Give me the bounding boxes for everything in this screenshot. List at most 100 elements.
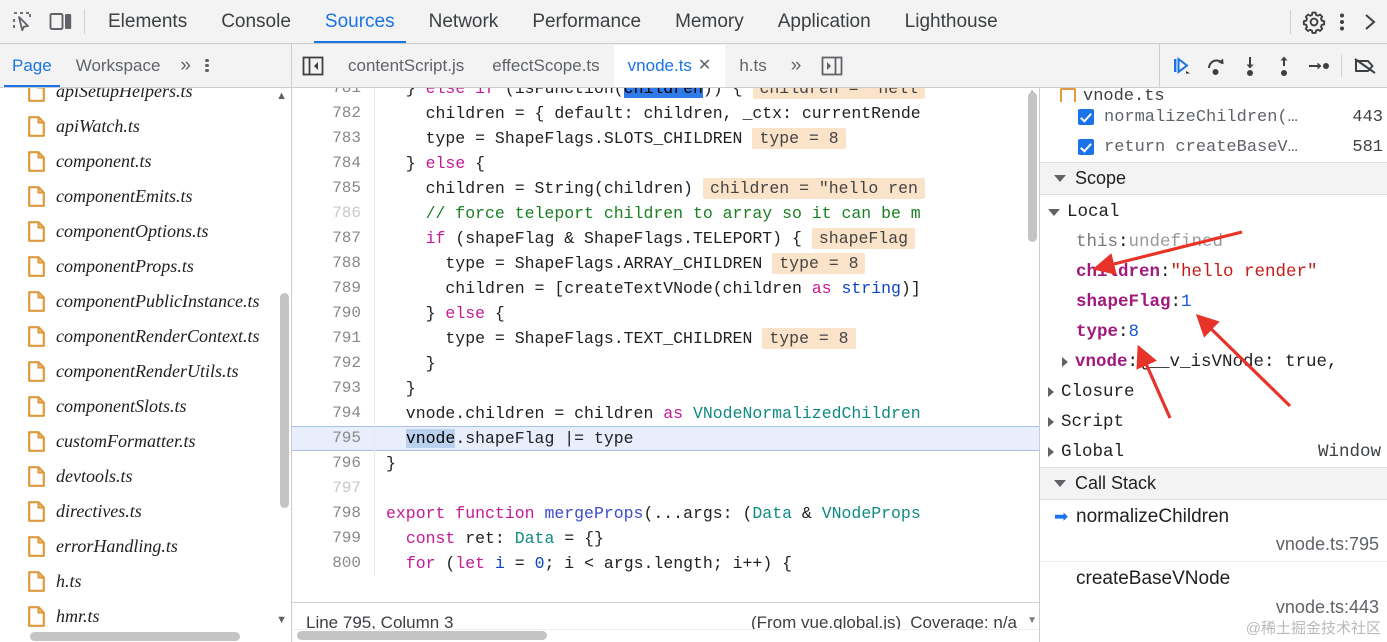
editor-tab-effectscope[interactable]: effectScope.ts [478,45,613,87]
code-line-current[interactable]: 795 vnode.shapeFlag |= type [292,426,1039,451]
callstack-frame[interactable]: ➡ normalizeChildren vnode.ts:795 [1040,500,1387,562]
line-number[interactable]: 789 [292,276,374,301]
scroll-up-arrow-icon[interactable]: ▲ [276,90,287,102]
line-number[interactable]: 795 [292,426,374,451]
show-navigator-icon[interactable] [292,55,334,77]
code-line[interactable]: 785 children = String(children) children … [292,176,1039,201]
line-number[interactable]: 796 [292,451,374,476]
callstack-frame[interactable]: createBaseVNode vnode.ts:443 [1040,562,1387,624]
tab-lighthouse[interactable]: Lighthouse [888,0,1015,43]
tab-network[interactable]: Network [412,0,516,43]
filetree-horizontal-scrollbar[interactable] [30,632,240,641]
file-list-item[interactable]: componentRenderContext.ts [0,319,291,354]
code-line[interactable]: 788 type = ShapeFlags.ARRAY_CHILDREN type… [292,251,1039,276]
line-number[interactable]: 785 [292,176,374,201]
code-line[interactable]: 781 } else if (isFunction(children)) {ch… [292,88,1039,101]
file-list-item[interactable]: component.ts [0,144,291,179]
code-line[interactable]: 784 } else { [292,151,1039,176]
tab-performance[interactable]: Performance [515,0,658,43]
code-vertical-scrollbar[interactable] [1028,92,1037,242]
file-list-item[interactable]: componentOptions.ts [0,214,291,249]
code-line[interactable]: 796} [292,451,1039,476]
code-line[interactable]: 786 // force teleport children to array … [292,201,1039,226]
file-list-item[interactable]: componentPublicInstance.ts [0,284,291,319]
scope-group-script[interactable]: Script [1040,407,1387,437]
scope-group-global[interactable]: Global Window [1040,437,1387,467]
line-number[interactable]: 800 [292,551,374,576]
scope-group-local[interactable]: Local [1040,197,1387,227]
file-list-item[interactable]: componentSlots.ts [0,389,291,424]
code-scroll-down-arrow-icon[interactable]: ▼ [1027,615,1037,626]
scope-variable[interactable]: children: "hello render" [1040,257,1387,287]
expand-chevron-right-icon[interactable] [1357,9,1383,35]
breakpoint-group-checkbox[interactable] [1060,88,1076,102]
line-number[interactable]: 797 [292,476,374,501]
file-list-item[interactable]: errorHandling.ts [0,529,291,564]
more-options-kebab-icon[interactable] [1329,9,1355,35]
code-line[interactable]: 799 const ret: Data = {} [292,526,1039,551]
line-number[interactable]: 783 [292,126,374,151]
code-line[interactable]: 790 } else { [292,301,1039,326]
line-number[interactable]: 798 [292,501,374,526]
file-list-item[interactable]: componentProps.ts [0,249,291,284]
tab-sources[interactable]: Sources [308,0,412,43]
file-list-item[interactable]: hmr.ts [0,599,291,634]
line-number[interactable]: 794 [292,401,374,426]
breakpoint-checkbox[interactable] [1078,109,1094,125]
tab-memory[interactable]: Memory [658,0,761,43]
code-line[interactable]: 797 [292,476,1039,501]
scope-variable[interactable]: type: 8 [1040,317,1387,347]
file-list-item[interactable]: directives.ts [0,494,291,529]
step-out-of-current-function-button[interactable] [1268,50,1300,82]
resume-script-execution-button[interactable] [1166,50,1198,82]
callstack-section-header[interactable]: Call Stack [1040,467,1387,500]
chevron-right-icon[interactable] [1062,357,1068,367]
step-over-next-function-call-button[interactable] [1200,50,1232,82]
code-line[interactable]: 793 } [292,376,1039,401]
show-debugger-icon[interactable] [811,55,853,77]
line-number[interactable]: 790 [292,301,374,326]
line-number[interactable]: 799 [292,526,374,551]
code-line[interactable]: 800 for (let i = 0; i < args.length; i++… [292,551,1039,576]
breakpoint-row[interactable]: normalizeChildren(… 443 [1040,102,1387,132]
inspect-element-icon[interactable] [10,9,36,35]
code-line[interactable]: 791 type = ShapeFlags.TEXT_CHILDREN type … [292,326,1039,351]
step-into-next-function-call-button[interactable] [1234,50,1266,82]
file-list-item[interactable]: apiWatch.ts [0,109,291,144]
device-toolbar-icon[interactable] [48,9,74,35]
nav-tab-workspace[interactable]: Workspace [64,45,173,87]
scope-section-header[interactable]: Scope [1040,162,1387,195]
filetree-vertical-scrollbar[interactable] [280,293,289,508]
scope-variable[interactable]: shapeFlag: 1 [1040,287,1387,317]
code-line[interactable]: 792 } [292,351,1039,376]
code-line[interactable]: 789 children = [createTextVNode(children… [292,276,1039,301]
editor-tab-contentscript[interactable]: contentScript.js [334,45,478,87]
line-number[interactable]: 784 [292,151,374,176]
line-number[interactable]: 782 [292,101,374,126]
line-number[interactable]: 791 [292,326,374,351]
breakpoint-group-header[interactable]: vnode.ts [1040,88,1387,102]
code-line[interactable]: 794 vnode.children = children as VNodeNo… [292,401,1039,426]
deactivate-breakpoints-button[interactable] [1349,50,1381,82]
file-list-item[interactable]: componentEmits.ts [0,179,291,214]
editor-tab-h[interactable]: h.ts [725,45,780,87]
line-number[interactable]: 781 [292,88,374,101]
line-number[interactable]: 788 [292,251,374,276]
file-list-item[interactable]: componentRenderUtils.ts [0,354,291,389]
tab-elements[interactable]: Elements [91,0,204,43]
editor-tab-vnode[interactable]: vnode.ts ✕ [613,44,726,87]
code-line[interactable]: 798 export function mergeProps(...args: (… [292,501,1039,526]
code-line[interactable]: 783 type = ShapeFlags.SLOTS_CHILDREN type… [292,126,1039,151]
nav-tab-page[interactable]: Page [0,45,64,87]
scope-group-closure[interactable]: Closure [1040,377,1387,407]
scroll-down-arrow-icon[interactable]: ▼ [276,614,287,626]
file-list-item[interactable]: devtools.ts [0,459,291,494]
line-number[interactable]: 792 [292,351,374,376]
file-list-item[interactable]: customFormatter.ts [0,424,291,459]
settings-gear-icon[interactable] [1301,9,1327,35]
file-list-item[interactable]: h.ts [0,564,291,599]
editor-more-tabs-icon[interactable]: » [781,55,812,77]
line-number[interactable]: 786 [292,201,374,226]
callstack-frame-row[interactable]: createBaseVNode [1040,562,1387,595]
line-number[interactable]: 787 [292,226,374,251]
